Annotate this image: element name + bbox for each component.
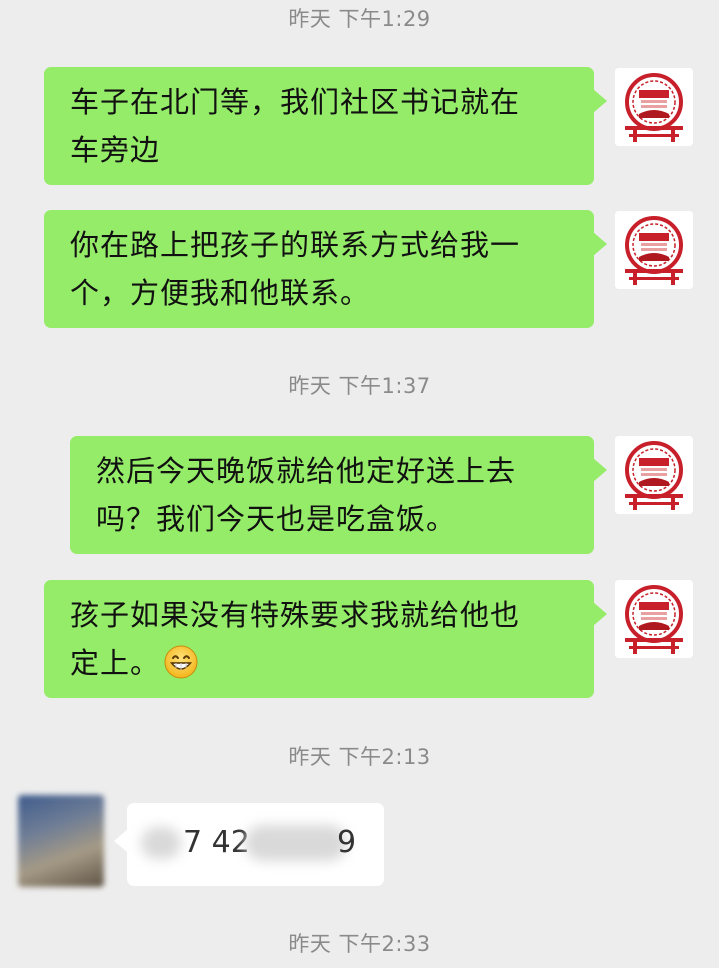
outgoing-message[interactable]: 车子在北门等，我们社区书记就在 车旁边	[44, 67, 607, 185]
incoming-message[interactable]: 7 42 9	[114, 803, 384, 886]
redacted-region	[141, 827, 181, 859]
my-avatar[interactable]	[615, 211, 693, 289]
outgoing-message[interactable]: 你在路上把孩子的联系方式给我一 个，方便我和他联系。	[44, 210, 607, 328]
grinning-face-icon	[164, 645, 198, 693]
community-emblem-icon	[615, 436, 693, 514]
timestamp: 昨天 下午1:29	[288, 7, 431, 31]
community-emblem-icon	[615, 580, 693, 658]
message-text: 9	[337, 825, 357, 860]
contact-avatar[interactable]	[18, 795, 104, 887]
outgoing-message[interactable]: 孩子如果没有特殊要求我就给他也 定上。	[44, 580, 607, 698]
message-line: 孩子如果没有特殊要求我就给他也	[70, 598, 521, 632]
message-text: 定上。	[70, 646, 161, 680]
message-line: 定上。	[70, 639, 568, 693]
community-emblem-icon	[615, 68, 693, 146]
message-line: 个，方便我和他联系。	[70, 276, 371, 310]
message-text: 7 42	[183, 825, 250, 860]
message-line: 车旁边	[70, 133, 161, 167]
message-line: 然后今天晚饭就给他定好送上去	[96, 454, 517, 488]
my-avatar[interactable]	[615, 436, 693, 514]
timestamp: 昨天 下午2:33	[288, 932, 431, 956]
timestamp: 昨天 下午1:37	[288, 374, 431, 398]
message-line: 车子在北门等，我们社区书记就在	[70, 85, 521, 119]
message-line: 吗？我们今天也是吃盒饭。	[96, 502, 457, 536]
redacted-region	[245, 825, 347, 861]
message-line: 你在路上把孩子的联系方式给我一	[70, 228, 521, 262]
chat-window: 昨天 下午1:29 车子在北门等，我们社区书记就在 车旁边 你在路上把孩子的联系…	[0, 0, 719, 968]
community-emblem-icon	[615, 211, 693, 289]
my-avatar[interactable]	[615, 68, 693, 146]
outgoing-message[interactable]: 然后今天晚饭就给他定好送上去 吗？我们今天也是吃盒饭。	[70, 436, 607, 554]
my-avatar[interactable]	[615, 580, 693, 658]
timestamp: 昨天 下午2:13	[288, 745, 431, 769]
